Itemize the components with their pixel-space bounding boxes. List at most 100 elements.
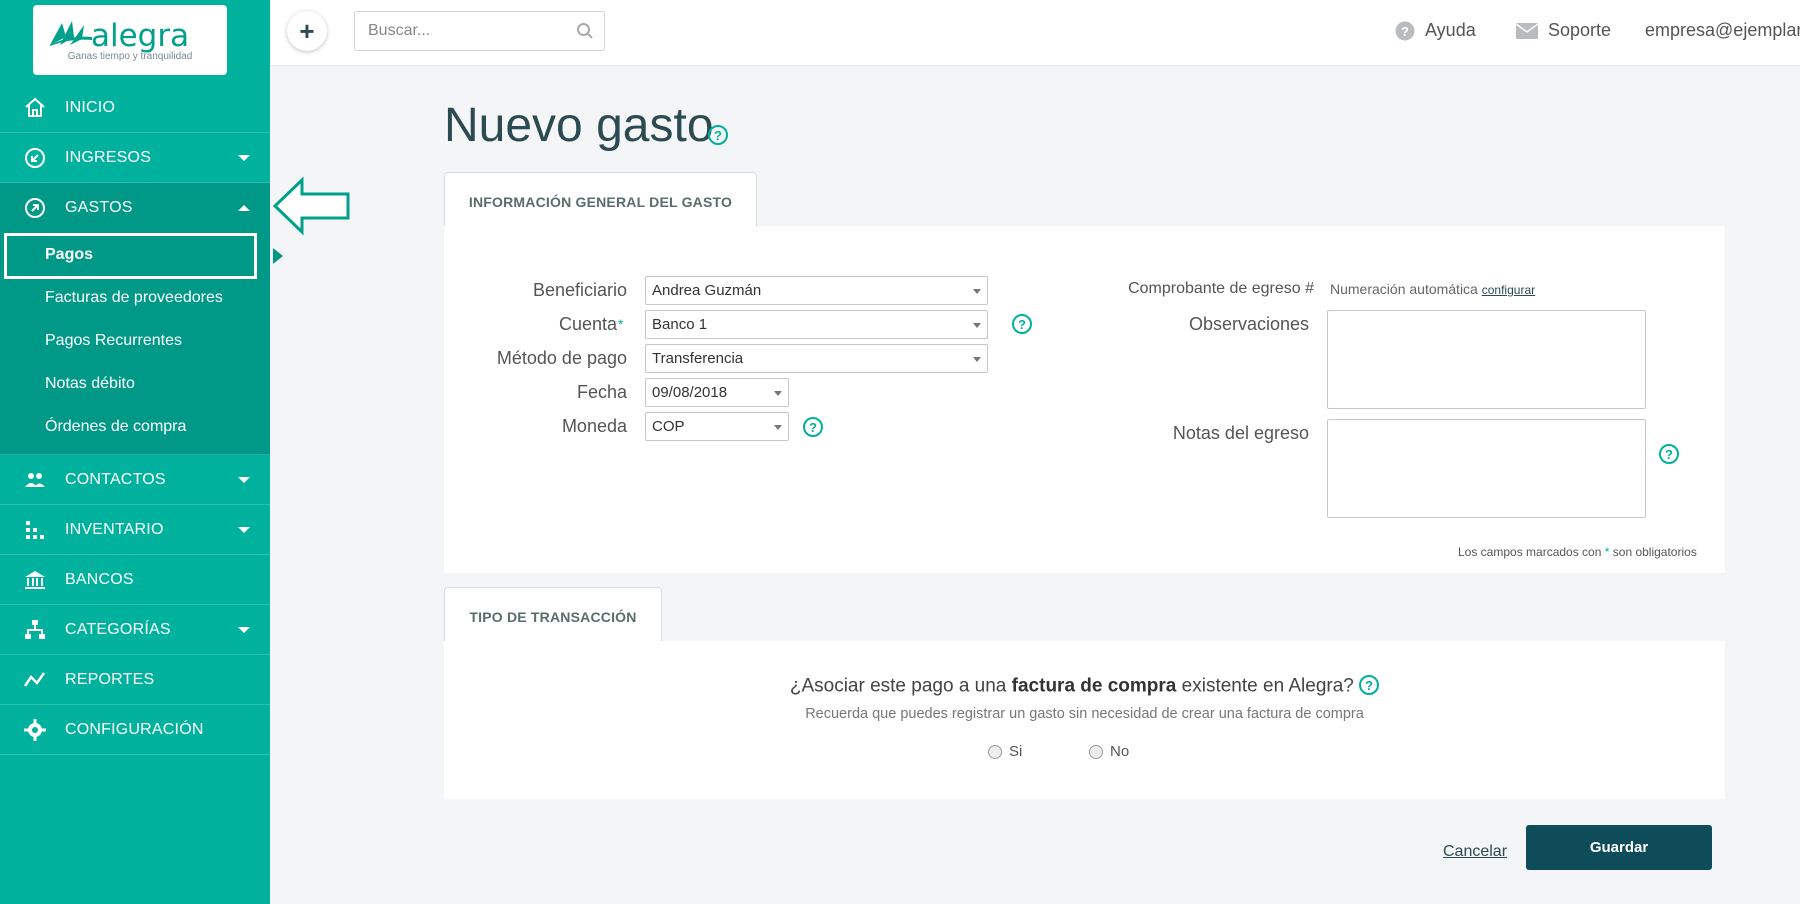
moneda-value: COP bbox=[652, 418, 685, 435]
radio-button-si[interactable] bbox=[988, 745, 1002, 760]
submenu-item-ordenes-compra[interactable]: Órdenes de compra bbox=[0, 405, 270, 448]
search-input[interactable] bbox=[355, 12, 565, 50]
radio-option-si[interactable]: Si bbox=[988, 743, 1022, 760]
chevron-down-icon bbox=[774, 425, 782, 430]
fecha-value: 09/08/2018 bbox=[652, 384, 728, 401]
question-bold: factura de compra bbox=[1011, 675, 1177, 697]
configurar-link[interactable]: configurar bbox=[1482, 283, 1535, 297]
sidebar-item-label: REPORTES bbox=[65, 670, 155, 688]
question-prefix: ¿Asociar este pago a una bbox=[789, 675, 1007, 697]
beneficiario-select[interactable]: Andrea Guzmán bbox=[645, 276, 988, 305]
beneficiario-label: Beneficiario bbox=[532, 280, 627, 300]
page-title: Nuevo gasto bbox=[444, 99, 714, 152]
cuenta-select[interactable]: Banco 1 bbox=[645, 310, 988, 339]
metodo-pago-label: Método de pago bbox=[496, 348, 627, 368]
help-circle-icon[interactable]: ? bbox=[1012, 314, 1032, 334]
submenu-item-pagos-recurrentes[interactable]: Pagos Recurrentes bbox=[0, 319, 270, 362]
sidebar-item-label: INVENTARIO bbox=[65, 520, 164, 538]
cuenta-label: Cuenta bbox=[558, 314, 617, 334]
submenu-item-pagos[interactable]: Pagos bbox=[0, 233, 283, 279]
sidebar-item-label: CONFIGURACIÓN bbox=[65, 720, 204, 738]
observaciones-label: Observaciones bbox=[1188, 314, 1309, 334]
search-icon[interactable] bbox=[576, 22, 594, 40]
sidebar-item-contactos[interactable]: CONTACTOS bbox=[0, 455, 270, 505]
save-button[interactable]: Guardar bbox=[1526, 825, 1712, 870]
tab-informacion-general[interactable]: INFORMACIÓN GENERAL DEL GASTO bbox=[444, 172, 757, 231]
radio-option-no[interactable]: No bbox=[1089, 743, 1129, 760]
comprobante-label: Comprobante de egreso # bbox=[1128, 280, 1314, 297]
sidebar-item-configuracion[interactable]: CONFIGURACIÓN bbox=[0, 705, 270, 755]
income-icon bbox=[25, 148, 45, 168]
selection-highlight bbox=[4, 233, 257, 279]
submenu-item-label: Notas débito bbox=[45, 374, 135, 392]
inventory-icon bbox=[26, 521, 44, 539]
sidebar-item-label: CONTACTOS bbox=[65, 470, 166, 488]
sidebar-item-label: GASTOS bbox=[65, 199, 133, 216]
transaction-hint: Recuerda que puedes registrar un gasto s… bbox=[805, 706, 1364, 722]
radio-label-no: No bbox=[1110, 743, 1130, 760]
sidebar-item-bancos[interactable]: BANCOS bbox=[0, 555, 270, 605]
chevron-down-icon bbox=[973, 357, 981, 362]
metodo-pago-select[interactable]: Transferencia bbox=[645, 344, 988, 373]
chevron-down-icon bbox=[238, 477, 250, 483]
cuenta-value: Banco 1 bbox=[652, 316, 708, 333]
sidebar-item-ingresos[interactable]: INGRESOS bbox=[0, 133, 270, 183]
observaciones-textarea[interactable] bbox=[1327, 310, 1646, 409]
home-icon bbox=[25, 97, 45, 117]
gear-icon bbox=[24, 719, 46, 741]
fecha-picker[interactable]: 09/08/2018 bbox=[645, 378, 789, 407]
chevron-down-icon bbox=[238, 155, 250, 161]
sidebar-item-inicio[interactable]: INICIO bbox=[0, 83, 270, 133]
help-link[interactable]: ? Ayuda bbox=[1395, 20, 1476, 41]
support-link[interactable]: Soporte bbox=[1516, 20, 1611, 41]
required-fields-note: Los campos marcados con * son obligatori… bbox=[1458, 545, 1697, 559]
required-asterisk: * bbox=[618, 316, 624, 332]
numeracion-automatica: Numeración automática configurar bbox=[1330, 281, 1535, 297]
help-circle-icon[interactable]: ? bbox=[803, 417, 823, 437]
sidebar-item-label: INICIO bbox=[65, 98, 116, 116]
submenu-item-label: Pagos Recurrentes bbox=[45, 331, 182, 349]
help-circle-icon[interactable]: ? bbox=[1659, 444, 1679, 464]
logo-tagline: Ganas tiempo y tranquilidad bbox=[67, 51, 193, 62]
sidebar-item-reportes[interactable]: REPORTES bbox=[0, 655, 270, 705]
search-box bbox=[354, 11, 605, 51]
mail-icon bbox=[1516, 22, 1538, 39]
logo[interactable]: alegra Ganas tiempo y tranquilidad bbox=[33, 5, 227, 75]
cancel-button[interactable]: Cancelar bbox=[1443, 843, 1507, 861]
support-label: Soporte bbox=[1548, 20, 1612, 40]
help-label: Ayuda bbox=[1425, 20, 1476, 40]
transaction-question: ¿Asociar este pago a una factura de comp… bbox=[444, 675, 1725, 698]
sidebar-item-gastos[interactable]: GASTOS bbox=[0, 183, 270, 233]
submenu-item-notas-debito[interactable]: Notas débito bbox=[0, 362, 270, 405]
gastos-submenu: Pagos Facturas de proveedores Pagos Recu… bbox=[0, 233, 283, 455]
reports-icon bbox=[23, 672, 46, 687]
submenu-item-label: Facturas de proveedores bbox=[45, 288, 223, 306]
help-circle-icon[interactable]: ? bbox=[1359, 675, 1380, 695]
submenu-item-facturas-proveedores[interactable]: Facturas de proveedores bbox=[0, 276, 270, 319]
sidebar-item-label: CATEGORÍAS bbox=[65, 620, 171, 638]
moneda-select[interactable]: COP bbox=[645, 412, 789, 441]
sidebar-item-categorias[interactable]: CATEGORÍAS bbox=[0, 605, 270, 655]
notas-egreso-label: Notas del egreso bbox=[1172, 423, 1309, 443]
question-suffix: existente en Alegra? bbox=[1181, 675, 1354, 697]
required-asterisk: * bbox=[1604, 545, 1610, 559]
help-circle-icon[interactable]: ? bbox=[708, 125, 728, 145]
moneda-label: Moneda bbox=[561, 416, 627, 436]
notas-egreso-textarea[interactable] bbox=[1327, 419, 1646, 518]
chevron-up-icon bbox=[238, 205, 250, 211]
logo-wordmark: alegra bbox=[91, 18, 190, 54]
beneficiario-value: Andrea Guzmán bbox=[652, 282, 762, 299]
quick-add-button[interactable]: + bbox=[287, 11, 327, 51]
chevron-down-icon bbox=[973, 289, 981, 294]
chevron-down-icon bbox=[973, 323, 981, 328]
sidebar-item-inventario[interactable]: INVENTARIO bbox=[0, 505, 270, 555]
expense-icon bbox=[25, 198, 45, 218]
fecha-label: Fecha bbox=[576, 382, 627, 402]
svg-text:?: ? bbox=[1401, 24, 1409, 39]
sidebar-item-label: BANCOS bbox=[65, 570, 134, 588]
tab-tipo-transaccion[interactable]: TIPO DE TRANSACCIÓN bbox=[444, 587, 662, 646]
required-note-suffix: son obligatorios bbox=[1612, 545, 1697, 559]
radio-label-si: Si bbox=[1009, 743, 1023, 760]
radio-button-no[interactable] bbox=[1089, 745, 1103, 760]
user-menu[interactable]: empresa@ejemplar. bbox=[1645, 20, 1800, 41]
